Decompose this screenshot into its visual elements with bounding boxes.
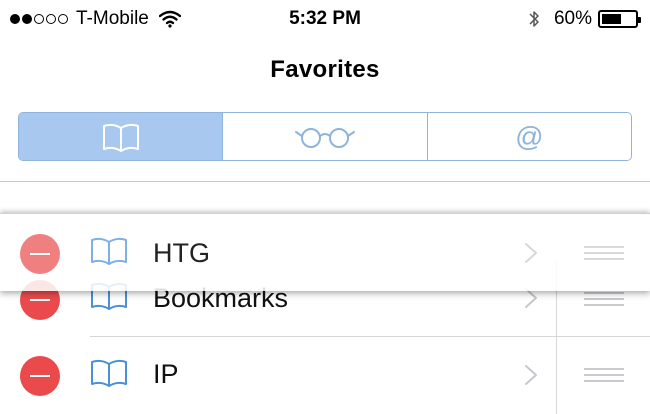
grip-line xyxy=(584,252,624,254)
book-icon xyxy=(91,359,127,387)
grip-line xyxy=(584,258,624,260)
bookmark-title: HTG xyxy=(153,238,210,268)
favorites-screen: T-Mobile 5:32 PM 60% Favorites @ Bookmar… xyxy=(0,0,650,414)
bookmark-title: IP xyxy=(153,359,179,389)
reorder-handle-icon[interactable] xyxy=(584,246,624,260)
delete-bookmark-button[interactable] xyxy=(20,356,60,396)
chevron-right-icon xyxy=(525,365,537,385)
page-title: Favorites xyxy=(270,56,380,83)
battery-tip xyxy=(638,17,641,23)
grip-line xyxy=(584,380,624,382)
dragging-list-item[interactable]: HTG xyxy=(0,213,650,291)
chevron-right-icon xyxy=(525,243,537,263)
battery-percent: 60% xyxy=(553,8,592,29)
favorites-segmented-control: @ xyxy=(18,112,632,161)
segment-reading-list[interactable] xyxy=(223,113,428,160)
battery-level-fill xyxy=(602,14,621,24)
list-item[interactable]: IP xyxy=(0,338,650,414)
book-icon xyxy=(91,237,127,265)
reorder-handle-icon[interactable] xyxy=(584,292,624,306)
reorder-handle-icon[interactable] xyxy=(584,368,624,382)
at-icon: @ xyxy=(515,120,544,152)
grip-line xyxy=(584,368,624,370)
bluetooth-icon xyxy=(529,11,539,27)
delete-bookmark-button[interactable] xyxy=(20,234,60,274)
status-bar: T-Mobile 5:32 PM 60% xyxy=(0,0,650,40)
list-top-divider xyxy=(0,181,650,182)
glasses-icon xyxy=(294,127,355,148)
segment-shared-links[interactable]: @ xyxy=(427,113,631,160)
status-right: 60% xyxy=(528,8,641,30)
book-icon xyxy=(102,123,139,152)
grip-line xyxy=(584,374,624,376)
grip-line xyxy=(584,246,624,248)
grip-line xyxy=(584,292,624,294)
grip-line xyxy=(584,298,624,300)
battery-icon xyxy=(598,10,641,28)
segment-bookmarks[interactable] xyxy=(19,113,224,160)
grip-line xyxy=(584,304,624,306)
